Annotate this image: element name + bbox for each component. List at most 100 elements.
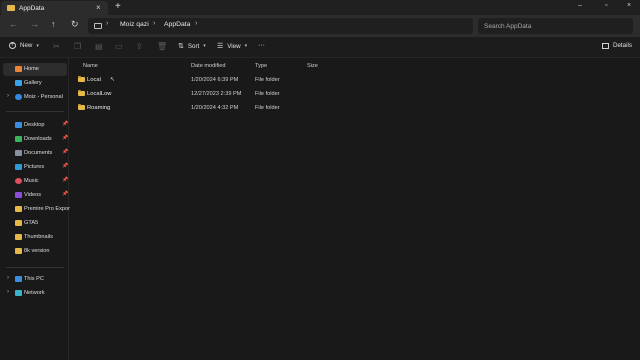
sort-label: Sort	[187, 42, 200, 50]
sidebar-item-videos[interactable]: Videos 📌	[3, 189, 68, 202]
downloads-icon	[15, 136, 22, 142]
refresh-button[interactable]: ↻	[71, 19, 79, 30]
search-input[interactable]	[484, 20, 614, 32]
pin-icon: 📌	[62, 135, 69, 141]
forward-button[interactable]: →	[30, 19, 39, 29]
documents-icon	[15, 150, 22, 156]
sidebar-item-label: Videos	[24, 192, 42, 198]
details-button[interactable]: Details	[602, 42, 632, 49]
minimize-button[interactable]: –	[578, 2, 582, 9]
file-date: 12/27/2023 2:39 PM	[191, 91, 242, 97]
breadcrumb-separator: ›	[195, 20, 198, 27]
sidebar-item-documents[interactable]: Documents 📌	[3, 147, 68, 160]
new-label: New	[20, 42, 33, 49]
pin-icon: 📌	[62, 121, 69, 127]
up-button[interactable]: ↑	[51, 19, 56, 29]
column-header-size[interactable]: Size	[307, 63, 318, 69]
sidebar-item-label: Music	[24, 178, 39, 184]
sidebar-item-label: This PC	[24, 276, 44, 282]
sidebar-item-label: Moiz - Personal	[24, 94, 63, 100]
delete-icon[interactable]: 🗑	[157, 42, 167, 51]
sidebar-item-premire-pro-exports[interactable]: Premire Pro Exports	[3, 203, 74, 216]
tab-close-icon[interactable]: ×	[96, 3, 101, 12]
music-icon	[15, 178, 22, 184]
sidebar-item-music[interactable]: Music 📌	[3, 175, 68, 188]
back-button[interactable]: ←	[9, 19, 18, 29]
videos-icon	[15, 192, 22, 198]
breadcrumb-separator: ›	[106, 20, 109, 27]
sidebar-item-desktop[interactable]: Desktop 📌	[3, 119, 69, 132]
sidebar-item-onedrive[interactable]: › Moiz - Personal	[3, 91, 67, 104]
sidebar-item-network[interactable]: › Network	[3, 287, 67, 300]
column-header-type[interactable]: Type	[255, 63, 267, 69]
chevron-down-icon: ▾	[244, 43, 248, 49]
mouse-cursor-icon: ↖	[110, 77, 116, 83]
title-bar: AppData × + – ▫ ×	[0, 0, 640, 15]
sidebar-item-thumbnails[interactable]: Thumbnails	[3, 231, 67, 244]
new-tab-button[interactable]: +	[115, 1, 121, 12]
file-name: LocalLow	[87, 91, 112, 97]
sidebar-item-label: GTA5	[24, 220, 39, 226]
file-row-roaming[interactable]: Roaming 1/20/2024 4:32 PM File folder	[76, 102, 376, 116]
folder-icon	[78, 75, 85, 82]
new-button[interactable]: + New ▾	[9, 42, 39, 49]
column-header-name[interactable]: Name	[83, 63, 98, 69]
chevron-right-icon[interactable]: ›	[7, 289, 9, 295]
view-button[interactable]: ☰ View ▾	[217, 42, 248, 51]
sidebar-item-label: Pictures	[24, 164, 45, 170]
sidebar-item-label: Premire Pro Exports	[24, 206, 75, 212]
file-type: File folder	[255, 77, 280, 83]
sidebar-item-downloads[interactable]: Downloads 📌	[3, 133, 69, 146]
folder-icon	[78, 89, 85, 96]
sidebar-item-gallery[interactable]: Gallery	[3, 77, 67, 90]
folder-icon	[7, 5, 15, 11]
file-type: File folder	[255, 105, 280, 111]
this-pc-icon	[15, 276, 22, 282]
more-options-button[interactable]: ···	[258, 42, 265, 49]
onedrive-icon	[15, 94, 22, 100]
sidebar-item-pictures[interactable]: Pictures 📌	[3, 161, 69, 174]
file-row-local[interactable]: Local ↖ 1/20/2024 6:39 PM File folder	[76, 74, 376, 88]
chevron-right-icon[interactable]: ›	[7, 93, 9, 99]
chevron-right-icon[interactable]: ›	[7, 275, 9, 281]
breadcrumb-appdata[interactable]: AppData	[164, 21, 190, 28]
sidebar-item-this-pc[interactable]: › This PC	[3, 273, 67, 286]
file-list: Name Date modified Type Size Local ↖ 1/2…	[70, 58, 640, 360]
close-window-button[interactable]: ×	[627, 2, 631, 9]
rename-icon[interactable]: ▭	[115, 42, 123, 51]
sidebar-item-gta5[interactable]: GTA5	[3, 217, 67, 230]
sidebar-item-label: Home	[24, 66, 39, 72]
sort-icon: ⇅	[178, 43, 184, 50]
sidebar-item-label: Desktop	[24, 122, 45, 128]
tab-title: AppData	[19, 4, 45, 12]
folder-icon	[15, 206, 22, 212]
gallery-icon	[15, 80, 22, 86]
file-row-locallow[interactable]: LocalLow 12/27/2023 2:39 PM File folder	[76, 88, 376, 102]
address-bar[interactable]: › Moiz qazi › AppData ›	[88, 18, 473, 34]
view-icon: ☰	[217, 43, 224, 50]
sidebar-item-label: Network	[24, 290, 45, 296]
breadcrumb-separator: ›	[153, 20, 156, 27]
sidebar-item-label: Downloads	[24, 136, 52, 142]
folder-icon	[15, 234, 22, 240]
file-name: Local	[87, 77, 101, 83]
file-type: File folder	[255, 91, 280, 97]
network-icon	[15, 290, 22, 296]
sort-button[interactable]: ⇅ Sort ▾	[178, 42, 206, 51]
sidebar-item-home[interactable]: Home	[3, 63, 67, 76]
sidebar-item-label: Thumbnails	[24, 234, 53, 240]
sidebar-divider	[6, 267, 64, 268]
column-header-date-modified[interactable]: Date modified	[191, 63, 226, 69]
share-icon[interactable]: ⇪	[136, 42, 143, 51]
pin-icon: 📌	[62, 163, 69, 169]
paste-icon[interactable]: ▤	[95, 42, 103, 51]
sidebar-divider	[6, 111, 64, 112]
cut-icon[interactable]: ✂	[53, 42, 60, 51]
search-box[interactable]	[478, 18, 633, 34]
plus-icon: +	[9, 42, 16, 49]
breadcrumb-moiz-qazi[interactable]: Moiz qazi	[120, 21, 149, 28]
maximize-button[interactable]: ▫	[605, 2, 607, 9]
tab-appdata[interactable]: AppData ×	[1, 1, 108, 15]
sidebar-item-8k-version[interactable]: 8k version	[3, 245, 67, 258]
copy-icon[interactable]: ❐	[74, 42, 81, 51]
